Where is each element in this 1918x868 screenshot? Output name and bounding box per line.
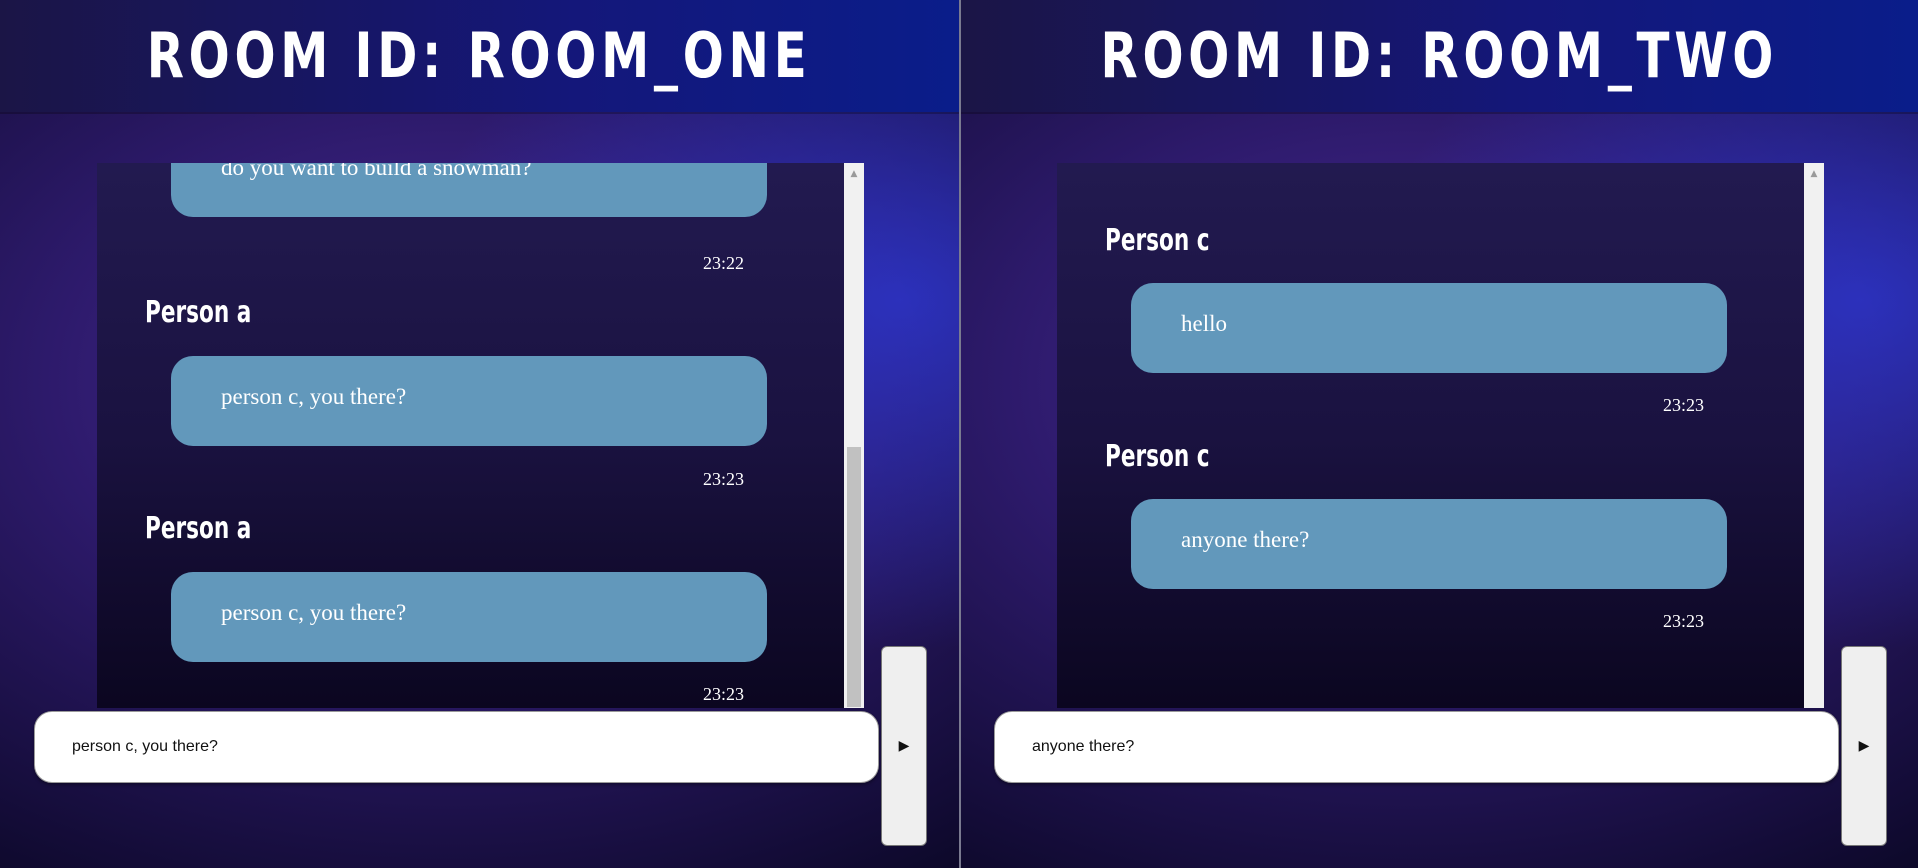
message-timestamp: 23:22 xyxy=(703,253,745,273)
chat-room-one: ROOM ID: ROOM_ONE do you want to build a… xyxy=(0,0,959,868)
message-timestamp: 23:23 xyxy=(703,469,745,489)
message-bubble: person c, you there? xyxy=(171,356,767,446)
split-view: ROOM ID: ROOM_ONE do you want to build a… xyxy=(0,0,1918,868)
message-sender: Person a xyxy=(145,295,252,330)
scroll-up-arrow-icon[interactable]: ▲ xyxy=(1804,167,1824,181)
send-arrow-icon: ▶ xyxy=(1858,738,1870,754)
message-scrollbar[interactable]: ▲ xyxy=(844,163,864,708)
message-list[interactable]: do you want to build a snowman? 23:22 Pe… xyxy=(97,163,864,708)
message-input[interactable] xyxy=(34,711,879,783)
scrollbar-thumb[interactable] xyxy=(847,447,861,707)
message-bubble: anyone there? xyxy=(1131,499,1727,589)
room-header: ROOM ID: ROOM_TWO xyxy=(961,0,1918,112)
message-sender: Person c xyxy=(1105,223,1210,258)
scroll-up-arrow-icon[interactable]: ▲ xyxy=(844,167,864,181)
message-scrollbar[interactable]: ▲ xyxy=(1804,163,1824,708)
message-bubble: hello xyxy=(1131,283,1727,373)
room-header: ROOM ID: ROOM_ONE xyxy=(0,0,959,112)
message-sender: Person a xyxy=(145,511,252,546)
message-list[interactable]: Person c hello 23:23 Person c anyone the… xyxy=(1057,163,1824,708)
send-button[interactable]: ▶ xyxy=(881,646,927,846)
room-title: ROOM ID: ROOM_ONE xyxy=(147,19,812,92)
message-bubble: do you want to build a snowman? xyxy=(171,163,767,217)
room-title: ROOM ID: ROOM_TWO xyxy=(1100,19,1779,92)
message-timestamp: 23:23 xyxy=(703,684,745,704)
send-arrow-icon: ▶ xyxy=(898,738,910,754)
message-input[interactable] xyxy=(994,711,1839,783)
message-sender: Person c xyxy=(1105,439,1210,474)
send-button[interactable]: ▶ xyxy=(1841,646,1887,846)
message-bubble: person c, you there? xyxy=(171,572,767,662)
chat-room-two: ROOM ID: ROOM_TWO Person c hello 23:23 P… xyxy=(959,0,1918,868)
message-timestamp: 23:23 xyxy=(1663,611,1705,631)
message-timestamp: 23:23 xyxy=(1663,395,1705,415)
